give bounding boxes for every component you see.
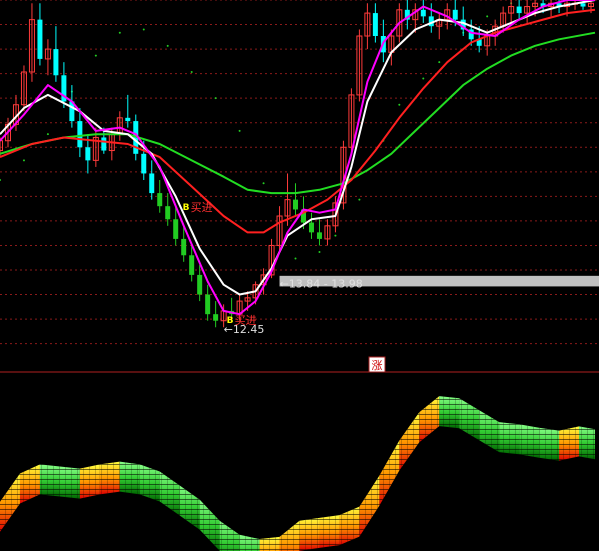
band-dot — [214, 97, 217, 100]
band-dot — [94, 54, 97, 57]
candle-body-down — [165, 206, 171, 220]
band-dot — [142, 28, 145, 31]
indicator-hatch — [539, 427, 560, 461]
buy-signal-label: 买进 — [235, 314, 257, 327]
band-dot — [334, 234, 337, 237]
buy-marker-letter: B — [227, 316, 234, 326]
indicator-hatch — [59, 466, 80, 499]
indicator-hatch — [259, 536, 280, 551]
indicator-hatch — [339, 506, 360, 546]
indicator-hatch — [139, 464, 160, 502]
indicator-hatch — [379, 440, 400, 506]
candle-body-down — [308, 222, 314, 233]
candle-body-down — [149, 173, 155, 194]
indicator-hatch — [359, 475, 380, 537]
candle-body-down — [53, 49, 59, 76]
candle-body-down — [372, 13, 378, 37]
band-dot — [238, 129, 241, 132]
indicator-panel: 涨 — [0, 356, 596, 551]
ma-slow-line — [0, 8, 596, 234]
main-price-panel: ←13.84 - 13.98←12.45B 买进B 买进 — [0, 0, 599, 336]
indicator-hatch — [159, 471, 180, 516]
indicator-hatch — [479, 410, 500, 453]
indicator-hatch — [299, 517, 320, 551]
candle-body-down — [101, 137, 107, 151]
band-dot — [46, 133, 49, 136]
indicator-hatch — [79, 464, 100, 499]
candle-body-down — [37, 19, 43, 59]
candle-body-down — [77, 121, 83, 148]
band-dot — [358, 198, 361, 201]
indicator-hatch — [559, 426, 580, 461]
band-dot — [486, 15, 489, 18]
candle-body-down — [125, 117, 131, 122]
candle-body-down — [141, 153, 147, 174]
indicator-marker-label: 涨 — [372, 359, 383, 372]
band-dot — [190, 71, 193, 73]
band-dot — [262, 182, 265, 185]
chart-stage: ←13.84 - 13.98←12.45B 买进B 买进 涨 — [0, 0, 599, 551]
band-dot — [398, 103, 401, 106]
band-dot — [118, 31, 121, 34]
candle-body-down — [85, 147, 91, 161]
band-dot — [166, 44, 169, 47]
indicator-hatch — [119, 461, 140, 495]
price-annotation: ←13.84 - 13.98 — [280, 277, 363, 290]
indicator-hatch — [399, 412, 420, 471]
indicator-hatch — [439, 396, 460, 429]
indicator-hatch — [319, 515, 340, 548]
indicator-hatch — [419, 396, 440, 443]
candle-body-down — [316, 232, 322, 239]
candle-body-down — [516, 6, 522, 14]
indicator-hatch — [519, 424, 540, 458]
candle-body-down — [580, 3, 586, 7]
candle-body-down — [173, 219, 179, 239]
indicator-hatch — [579, 426, 596, 460]
indicator-hatch — [0, 473, 20, 532]
indicator-hatch — [219, 520, 240, 551]
band-dot — [438, 61, 441, 64]
candle-body-down — [293, 199, 299, 210]
candle-body-down — [420, 9, 426, 17]
buy-signal-label: 买进 — [191, 201, 213, 214]
candle-body-down — [197, 274, 203, 295]
candle-body-down — [181, 238, 187, 256]
candle-body-down — [189, 255, 195, 275]
ma-long-line — [0, 31, 596, 195]
candle-body-down — [157, 193, 163, 207]
candle-body-down — [205, 294, 211, 315]
indicator-hatch — [459, 398, 480, 441]
indicator-hatch — [39, 464, 60, 497]
band-dot — [0, 179, 1, 181]
indicator-hatch — [239, 534, 260, 551]
candle-body-down — [213, 314, 219, 321]
band-dot — [318, 251, 321, 253]
band-dot — [294, 257, 297, 260]
indicator-hatch — [99, 461, 120, 495]
indicator-hatch — [199, 499, 220, 551]
indicator-hatch — [19, 464, 40, 504]
band-dot — [422, 77, 425, 80]
buy-marker-letter: B — [183, 203, 190, 213]
band-dot — [22, 159, 25, 162]
indicator-hatch — [179, 485, 200, 530]
main-panel-grid — [0, 0, 599, 345]
candle-body-down — [452, 9, 458, 20]
indicator-hatch — [279, 520, 300, 551]
indicator-hatch — [499, 422, 520, 455]
